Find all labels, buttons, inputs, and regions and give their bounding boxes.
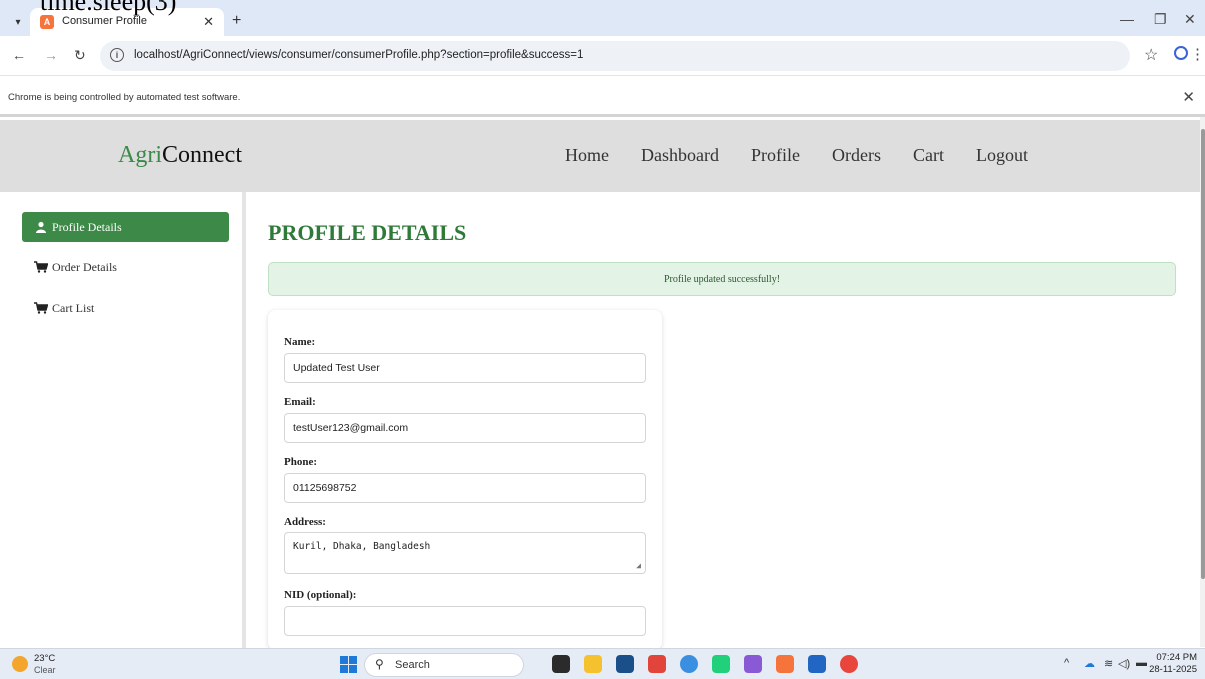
nid-field[interactable] <box>284 606 646 636</box>
word-icon[interactable] <box>808 655 826 673</box>
nav-logout[interactable]: Logout <box>976 145 1028 166</box>
weather-condition[interactable]: Clear <box>34 665 56 675</box>
phone-label: Phone: <box>284 456 317 468</box>
browser-toolbar: ← → ↻ i localhost/AgriConnect/views/cons… <box>0 36 1205 76</box>
search-label: Search <box>395 659 430 671</box>
nav-profile[interactable]: Profile <box>751 145 800 166</box>
sidebar-item-cart-list[interactable]: Cart List <box>22 293 229 323</box>
sidebar-item-label: Cart List <box>52 300 95 315</box>
taskbar-search[interactable]: ⚲ Search <box>364 653 524 677</box>
clock-time[interactable]: 07:24 PM <box>1152 652 1197 663</box>
profile-icon[interactable] <box>1174 46 1188 60</box>
name-label: Name: <box>284 336 316 348</box>
nav-home[interactable]: Home <box>565 145 609 166</box>
minimize-icon[interactable]: — <box>1120 11 1134 27</box>
forward-icon[interactable]: → <box>44 47 58 63</box>
name-field[interactable]: Updated Test User <box>284 353 646 383</box>
page-scrollbar[interactable] <box>1200 117 1205 647</box>
infobar-close-icon[interactable]: ✕ <box>1182 88 1195 106</box>
main-nav: Home Dashboard Profile Orders Cart Logou… <box>565 145 1060 166</box>
xampp-icon[interactable] <box>648 655 666 673</box>
store-icon[interactable] <box>616 655 634 673</box>
email-field[interactable]: testUser123@gmail.com <box>284 413 646 443</box>
overlay-code-text: time.sleep(3) <box>40 0 177 16</box>
menu-kebab-icon[interactable]: ⋮ <box>1190 45 1205 63</box>
wifi-icon[interactable]: ≋ <box>1104 657 1113 670</box>
address-bar[interactable]: i localhost/AgriConnect/views/consumer/c… <box>100 41 1130 71</box>
sidebar-item-label: Profile Details <box>52 219 122 234</box>
logo-connect: Connect <box>162 142 242 168</box>
visual-studio-icon[interactable] <box>744 655 762 673</box>
clock-date[interactable]: 28-11-2025 <box>1145 664 1197 675</box>
sidebar: Profile Details Order Details Cart List <box>0 192 246 648</box>
reload-icon[interactable]: ↻ <box>74 47 86 64</box>
nid-label: NID (optional): <box>284 589 357 601</box>
back-icon[interactable]: ← <box>12 47 26 63</box>
address-value: Kuril, Dhaka, Bangladesh <box>293 541 431 552</box>
resize-grip-icon[interactable]: ◢ <box>636 561 641 570</box>
sidebar-item-order-details[interactable]: Order Details <box>22 252 229 282</box>
site-header: AgriConnect Home Dashboard Profile Order… <box>0 120 1200 192</box>
window-close-icon[interactable]: ✕ <box>1184 11 1196 28</box>
success-alert: Profile updated successfully! <box>268 262 1176 296</box>
windows-taskbar: 23°C Clear ⚲ Search ^ ☁ ≋ ◁) ▬ 07:24 PM … <box>0 648 1205 679</box>
chrome-active-icon[interactable] <box>840 655 858 673</box>
email-label: Email: <box>284 396 316 408</box>
sidebar-item-label: Order Details <box>52 259 117 274</box>
file-explorer-icon[interactable] <box>584 655 602 673</box>
restore-icon[interactable]: ❐ <box>1154 11 1167 28</box>
app-icon[interactable] <box>776 655 794 673</box>
phone-field[interactable]: 01125698752 <box>284 473 646 503</box>
profile-form: Name: Updated Test User Email: testUser1… <box>268 310 662 650</box>
volume-icon[interactable]: ◁) <box>1118 657 1130 670</box>
scrollbar-thumb[interactable] <box>1201 129 1205 579</box>
url-text[interactable]: localhost/AgriConnect/views/consumer/con… <box>134 49 583 61</box>
bookmark-star-icon[interactable]: ☆ <box>1144 45 1158 65</box>
tab-search-button[interactable]: ▾ <box>8 13 28 31</box>
page-title: PROFILE DETAILS <box>268 220 467 245</box>
address-field[interactable]: Kuril, Dhaka, Bangladesh ◢ <box>284 532 646 574</box>
new-tab-icon[interactable]: + <box>232 13 241 29</box>
favicon-icon: A <box>40 15 54 29</box>
screen: time.sleep(3) ▾ A Consumer Profile ✕ + —… <box>0 0 1205 679</box>
task-view-icon[interactable] <box>552 655 570 673</box>
search-icon: ⚲ <box>375 657 384 671</box>
nav-cart[interactable]: Cart <box>913 145 944 166</box>
nav-orders[interactable]: Orders <box>832 145 881 166</box>
sidebar-item-profile-details[interactable]: Profile Details <box>22 212 229 242</box>
pycharm-icon[interactable] <box>712 655 730 673</box>
site-logo[interactable]: AgriConnect <box>118 142 242 169</box>
chrome-icon[interactable] <box>680 655 698 673</box>
browser-tabstrip: ▾ A Consumer Profile ✕ + — ❐ ✕ <box>0 0 1205 36</box>
tray-chevron-icon[interactable]: ^ <box>1064 657 1069 669</box>
cart-icon <box>34 260 48 274</box>
windows-start-icon[interactable] <box>340 656 357 673</box>
cart-icon <box>34 301 48 315</box>
weather-moon-icon[interactable] <box>12 656 28 672</box>
onedrive-icon[interactable]: ☁ <box>1084 657 1095 670</box>
address-label: Address: <box>284 516 326 528</box>
automation-infobar: Chrome is being controlled by automated … <box>0 77 1205 117</box>
site-info-icon[interactable]: i <box>110 48 124 62</box>
nav-dashboard[interactable]: Dashboard <box>641 145 719 166</box>
logo-agri: Agri <box>118 142 162 168</box>
tab-close-icon[interactable]: ✕ <box>203 14 214 30</box>
weather-temperature[interactable]: 23°C <box>34 653 55 664</box>
user-icon <box>34 220 48 234</box>
infobar-text: Chrome is being controlled by automated … <box>8 92 241 103</box>
